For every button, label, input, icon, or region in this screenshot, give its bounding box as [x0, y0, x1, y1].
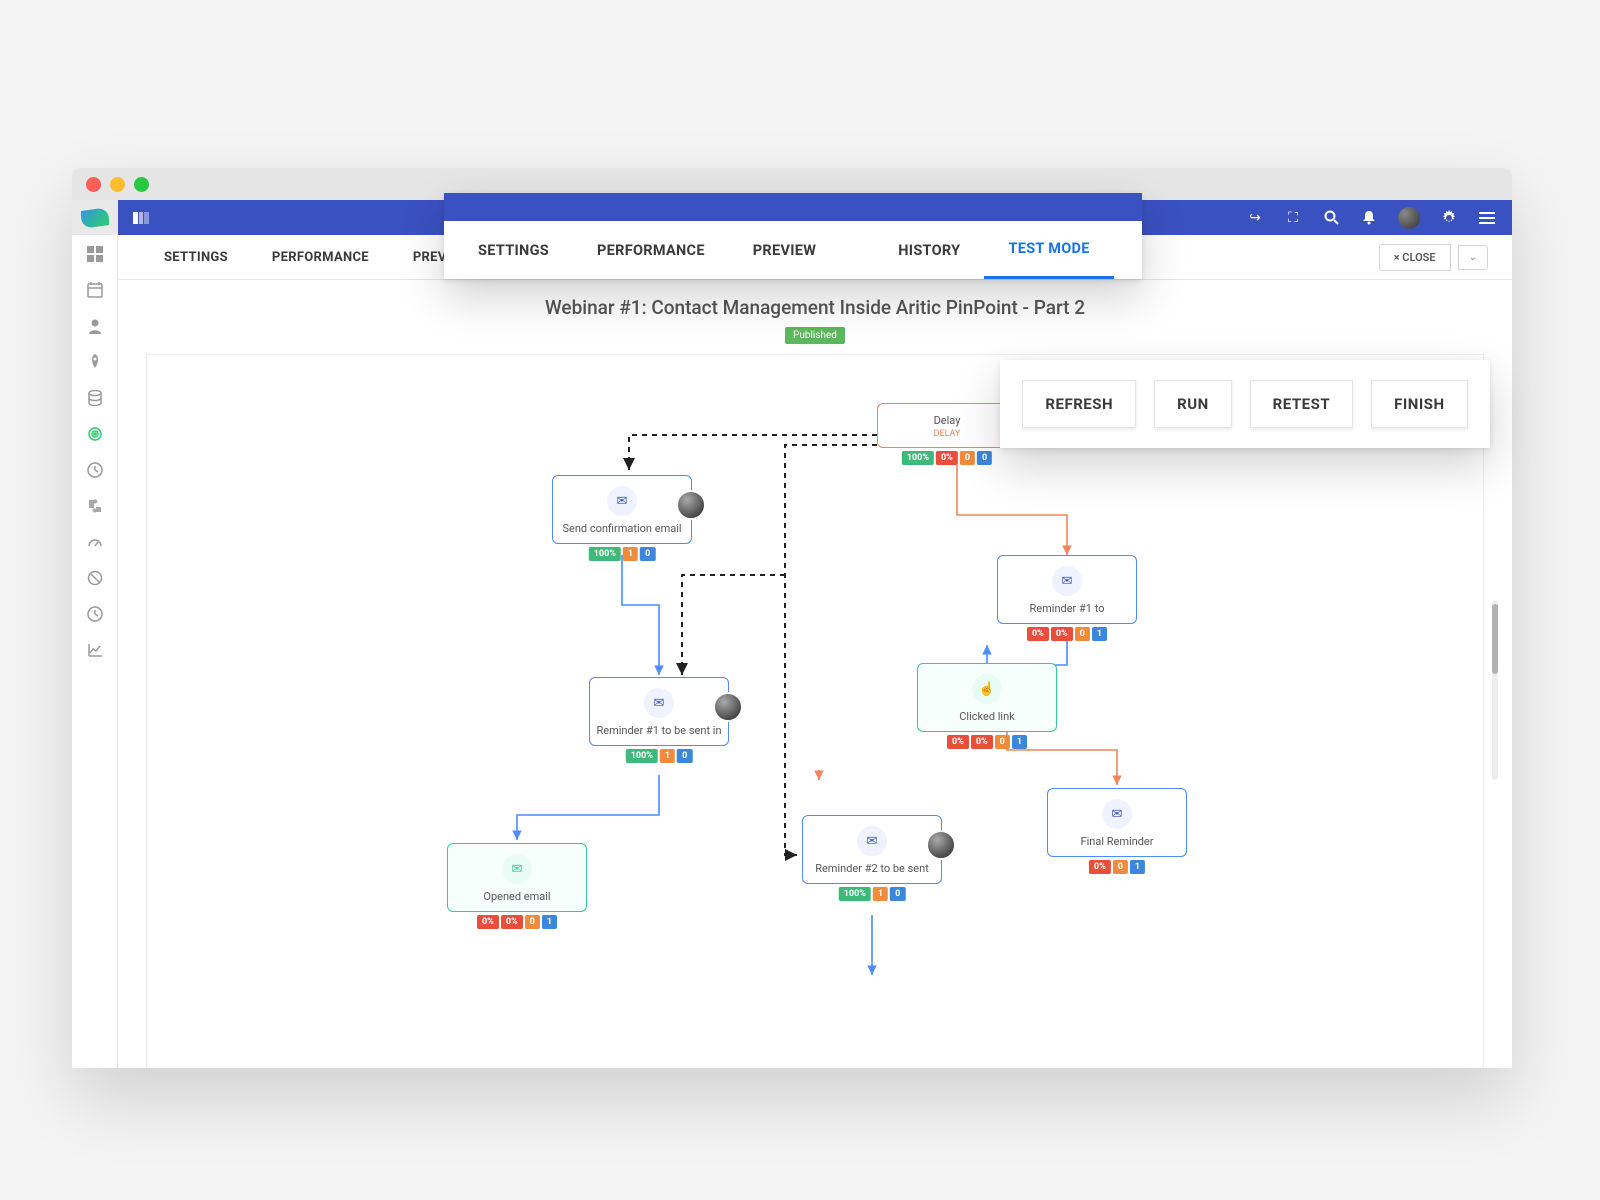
node-reminder-1b[interactable]: ✉ Reminder #1 to be sent in 100% 1 0 — [589, 677, 729, 746]
node-title: Opened email — [454, 890, 580, 903]
click-icon: ☝ — [972, 674, 1002, 704]
search-icon[interactable] — [1322, 209, 1340, 227]
node-badges: 0% 0% 0 1 — [1027, 627, 1107, 641]
node-avatar — [713, 692, 743, 722]
vertical-scrollbar[interactable] — [1492, 600, 1498, 780]
node-badges: 0% 0% 0 1 — [477, 915, 557, 929]
mail-icon: ✉ — [1052, 566, 1082, 596]
node-badges: 100% 1 0 — [626, 749, 693, 763]
sidebar-chart-icon[interactable] — [86, 641, 104, 659]
close-dropdown[interactable]: ⌄ — [1458, 245, 1488, 270]
panel-toggle-icon[interactable] — [132, 209, 150, 227]
window-minimize-dot[interactable] — [110, 177, 125, 192]
node-send-confirmation[interactable]: ✉ Send confirmation email 100% 1 0 — [552, 475, 692, 544]
run-button[interactable]: RUN — [1154, 380, 1232, 428]
node-badges: 0% 0% 0 1 — [947, 735, 1027, 749]
sidebar-grid-icon[interactable] — [86, 245, 104, 263]
status-badge: Published — [785, 327, 845, 344]
window-close-dot[interactable] — [86, 177, 101, 192]
popout-tabs-panel: SETTINGS PERFORMANCE PREVIEW HISTORY TES… — [444, 193, 1142, 279]
page-title: Webinar #1: Contact Management Inside Ar… — [118, 280, 1512, 327]
expand-icon[interactable]: ⛶ — [1284, 209, 1302, 227]
popout-tab-performance[interactable]: PERFORMANCE — [573, 221, 729, 279]
sidebar-ban-icon[interactable] — [86, 569, 104, 587]
popout-tab-preview[interactable]: PREVIEW — [729, 221, 840, 279]
sidebar-target-icon[interactable] — [86, 425, 104, 443]
settings-icon[interactable] — [1440, 209, 1458, 227]
logo-swoosh-icon — [81, 207, 109, 229]
node-reminder-1[interactable]: ✉ Reminder #1 to 0% 0% 0 1 — [997, 555, 1137, 624]
node-final-reminder[interactable]: ✉ Final Reminder 0% 0 1 — [1047, 788, 1187, 857]
node-opened-email[interactable]: ✉ Opened email 0% 0% 0 1 — [447, 843, 587, 912]
sidebar-clock-icon[interactable] — [86, 461, 104, 479]
finish-button[interactable]: FINISH — [1371, 380, 1467, 428]
node-badges: 100% 1 0 — [589, 547, 656, 561]
open-mail-icon: ✉ — [502, 854, 532, 884]
share-icon[interactable]: ↪ — [1246, 209, 1264, 227]
sidebar-rocket-icon[interactable] — [86, 353, 104, 371]
mail-icon: ✉ — [607, 486, 637, 516]
sidebar — [72, 235, 118, 1068]
node-title: Delay — [884, 414, 1010, 427]
node-badges: 100% 1 0 — [839, 887, 906, 901]
popout-tab-test-mode[interactable]: TEST MODE — [984, 221, 1113, 279]
node-avatar — [676, 490, 706, 520]
sidebar-puzzle-icon[interactable] — [86, 497, 104, 515]
popout-tab-history[interactable]: HISTORY — [874, 221, 984, 279]
logo[interactable] — [72, 200, 118, 235]
refresh-button[interactable]: REFRESH — [1022, 380, 1136, 428]
sidebar-gauge-icon[interactable] — [86, 533, 104, 551]
menu-icon[interactable] — [1478, 209, 1496, 227]
bell-icon[interactable] — [1360, 209, 1378, 227]
node-reminder-2[interactable]: ✉ Reminder #2 to be sent 100% 1 0 — [802, 815, 942, 884]
popout-header-bar — [444, 193, 1142, 221]
close-button[interactable]: × CLOSE — [1379, 244, 1451, 271]
sidebar-user-icon[interactable] — [86, 317, 104, 335]
window-zoom-dot[interactable] — [134, 177, 149, 192]
node-badges: 0% 0 1 — [1089, 860, 1145, 874]
node-title: Reminder #1 to — [1004, 602, 1130, 615]
mail-icon: ✉ — [1102, 799, 1132, 829]
mail-icon: ✉ — [644, 688, 674, 718]
node-title: Reminder #1 to be sent in — [596, 724, 722, 737]
scrollbar-thumb[interactable] — [1492, 604, 1498, 674]
retest-button[interactable]: RETEST — [1250, 380, 1353, 428]
flow-canvas[interactable]: Delay DELAY 100% 0% 0 0 ✉ Send confirmat… — [146, 354, 1484, 1068]
sidebar-clock2-icon[interactable] — [86, 605, 104, 623]
sidebar-database-icon[interactable] — [86, 389, 104, 407]
app-window: ↪ ⛶ — [72, 168, 1512, 1068]
flow-connectors — [147, 355, 1483, 1068]
user-avatar[interactable] — [1398, 207, 1420, 229]
popout-tab-settings[interactable]: SETTINGS — [454, 221, 573, 279]
mail-icon: ✉ — [857, 826, 887, 856]
sidebar-calendar-icon[interactable] — [86, 281, 104, 299]
tab-performance[interactable]: PERFORMANCE — [250, 235, 391, 279]
popout-actions-panel: REFRESH RUN RETEST FINISH — [1000, 360, 1490, 448]
node-title: Clicked link — [924, 710, 1050, 723]
node-subtitle: DELAY — [884, 429, 1010, 439]
node-badges: 100% 0% 0 0 — [902, 451, 992, 465]
node-delay[interactable]: Delay DELAY 100% 0% 0 0 — [877, 403, 1017, 448]
node-title: Send confirmation email — [559, 522, 685, 535]
node-title: Reminder #2 to be sent — [809, 862, 935, 875]
node-clicked-link[interactable]: ☝ Clicked link 0% 0% 0 1 — [917, 663, 1057, 732]
node-avatar — [926, 830, 956, 860]
node-title: Final Reminder — [1054, 835, 1180, 848]
tab-settings[interactable]: SETTINGS — [142, 235, 250, 279]
